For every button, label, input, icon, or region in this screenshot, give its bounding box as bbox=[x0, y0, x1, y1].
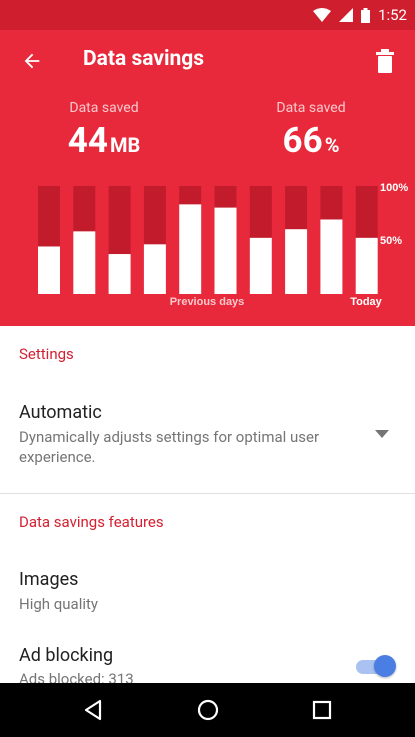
ad-blocking-title: Ad blocking bbox=[19, 645, 114, 666]
bar bbox=[108, 254, 131, 294]
bar bbox=[285, 229, 308, 294]
mode-title: Automatic bbox=[19, 402, 102, 423]
bar bbox=[179, 204, 202, 294]
home-circle-icon bbox=[197, 699, 219, 721]
delete-button[interactable] bbox=[369, 45, 401, 77]
toggle-thumb bbox=[374, 655, 396, 677]
x-axis-label: Previous days bbox=[170, 296, 245, 308]
nav-back-button[interactable] bbox=[78, 696, 108, 724]
navigation-bar bbox=[0, 683, 415, 737]
bar bbox=[214, 207, 237, 294]
nav-home-button[interactable] bbox=[193, 696, 223, 724]
status-icons: 1:52 bbox=[313, 6, 407, 24]
images-value: High quality bbox=[19, 595, 99, 613]
mode-description: Dynamically adjusts settings for optimal… bbox=[19, 428, 320, 466]
bar bbox=[320, 219, 343, 294]
bar bbox=[73, 231, 96, 294]
signal-icon bbox=[339, 8, 354, 22]
images-title: Images bbox=[19, 569, 79, 590]
status-time: 1:52 bbox=[378, 6, 407, 24]
arrow-drop-down-icon bbox=[375, 430, 389, 438]
bar bbox=[355, 237, 378, 294]
nav-recents-button[interactable] bbox=[307, 696, 337, 724]
battery-icon bbox=[361, 7, 371, 23]
mode-dropdown[interactable] bbox=[370, 424, 394, 444]
back-button[interactable] bbox=[16, 45, 48, 77]
status-bar: 1:52 bbox=[0, 0, 415, 30]
bar bbox=[38, 246, 60, 294]
y-tick-label: 100% bbox=[380, 182, 408, 194]
page-title: Data savings bbox=[83, 47, 205, 71]
data-savings-header: Data saved 44 MB Data saved 66% 100% 50% Pr… bbox=[0, 90, 415, 326]
trash-icon bbox=[376, 49, 394, 73]
bar bbox=[143, 244, 166, 294]
savings-bar-chart: 100% 50% Previous days Today bbox=[38, 182, 408, 308]
settings-section-label: Settings bbox=[19, 345, 74, 363]
today-label: Today bbox=[350, 296, 382, 308]
app-bar: Data savings bbox=[0, 30, 415, 90]
wifi-icon bbox=[313, 8, 332, 22]
recents-square-icon bbox=[312, 700, 332, 720]
section-divider bbox=[0, 493, 415, 494]
y-tick-label: 50% bbox=[380, 235, 402, 247]
back-triangle-icon bbox=[84, 699, 102, 721]
bar bbox=[249, 237, 272, 294]
arrow-back-icon bbox=[24, 53, 40, 69]
features-section-label: Data savings features bbox=[19, 513, 164, 531]
ad-blocking-toggle[interactable] bbox=[356, 655, 396, 679]
